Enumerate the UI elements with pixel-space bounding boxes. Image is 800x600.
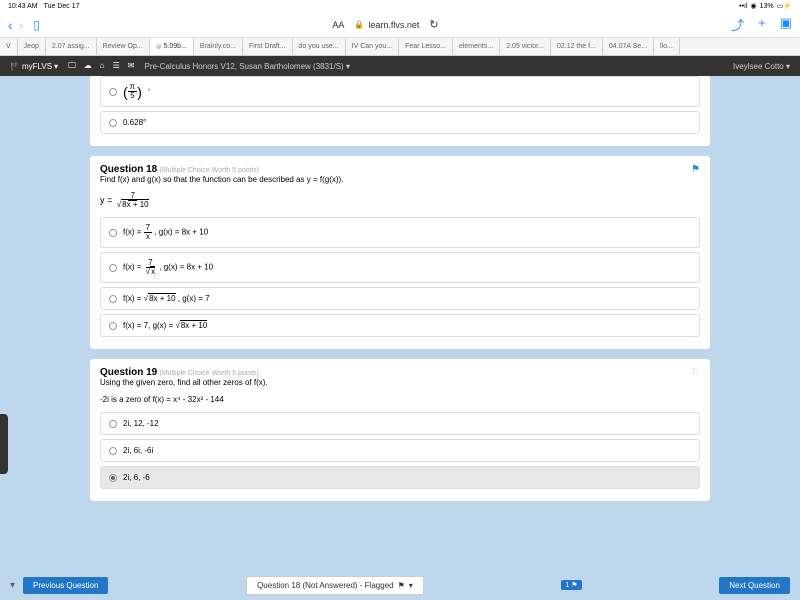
browser-tab[interactable]: Jeop [18, 38, 46, 55]
answer-option[interactable]: f(x) = 7x , g(x) = 8x + 10 [100, 217, 700, 248]
flag-icon[interactable]: ⚑ [691, 164, 700, 175]
browser-tab[interactable]: elements... [453, 38, 500, 55]
radio-icon [109, 420, 117, 428]
radio-icon [109, 264, 117, 272]
equation: y = 78x + 10 [100, 192, 700, 209]
home-icon[interactable]: ⌂ [100, 61, 105, 71]
radio-icon [109, 322, 117, 330]
flagged-count-badge: 1 ⚑ [561, 580, 581, 590]
browser-tab[interactable]: First Draft... [243, 38, 293, 55]
browser-tab[interactable]: V [0, 38, 18, 55]
question-17-partial: π5° 0.628° [90, 76, 710, 146]
radio-icon [109, 295, 117, 303]
previous-question-button[interactable]: Previous Question [23, 577, 108, 594]
browser-tab[interactable]: Review Op... [97, 38, 150, 55]
user-menu[interactable]: Iveylsee Cotto ▾ [733, 62, 790, 71]
tabs-icon[interactable]: ▣ [780, 15, 792, 34]
browser-tab[interactable]: 2.07 assig... [46, 38, 97, 55]
browser-tab[interactable]: 04.07A Se... [603, 38, 654, 55]
quiz-content: π5° 0.628° ⚑ Question 18 (Multiple Choic… [0, 76, 800, 570]
radio-icon [109, 229, 117, 237]
question-status-dropdown[interactable]: Question 18 (Not Answered) - Flagged ⚑ ▾ [246, 576, 424, 595]
browser-tab[interactable]: Brainly.co... [194, 38, 243, 55]
sidebar-icon[interactable]: ▯ [33, 18, 40, 32]
course-dropdown[interactable]: Pre-Calculus Honors V12, Susan Bartholom… [145, 62, 350, 71]
question-18: ⚑ Question 18 (Multiple Choice Worth 5 p… [90, 156, 710, 349]
radio-icon-checked [109, 474, 117, 482]
battery-percent: 13% [760, 3, 774, 10]
quiz-nav-bar: ▾ Previous Question Question 18 (Not Ans… [0, 570, 800, 600]
url-bar[interactable]: 🔒 learn.flvs.net [354, 20, 419, 30]
answer-option[interactable]: π5° [100, 76, 700, 107]
signal-icon: ••ıl [739, 3, 747, 10]
share-icon[interactable]: ⤴ [731, 15, 744, 34]
question-given: -2i is a zero of f(x) = x⁴ - 32x² - 144 [100, 395, 700, 404]
question-text: Find f(x) and g(x) so that the function … [100, 175, 700, 184]
next-question-button[interactable]: Next Question [719, 577, 790, 594]
answer-option-selected[interactable]: 2i, 6, -6 [100, 466, 700, 489]
flag-small-icon: ⚑ [398, 581, 405, 590]
battery-icon: ▭⚡ [777, 2, 792, 10]
ios-status-bar: 10:43 AM Tue Dec 17 ••ıl ◉ 13% ▭⚡ [0, 0, 800, 12]
browser-tab[interactable]: llo... [654, 38, 680, 55]
answer-option[interactable]: 0.628° [100, 111, 700, 134]
close-icon[interactable]: ⊗ [156, 43, 162, 51]
dropdown-toggle[interactable]: ▾ [10, 580, 15, 591]
radio-icon [109, 447, 117, 455]
safari-toolbar: ‹ › ▯ AA 🔒 learn.flvs.net ↻ ⤴ + ▣ [0, 12, 800, 38]
wifi-icon: ◉ [751, 2, 757, 10]
question-text: Using the given zero, find all other zer… [100, 378, 700, 387]
back-button[interactable]: ‹ [8, 17, 13, 33]
browser-tab[interactable]: 02.12 the f... [551, 38, 603, 55]
flvs-header: 🏴 myFLVS ▾ 🖵 ☁ ⌂ ☰ ✉ Pre-Calculus Honors… [0, 56, 800, 76]
forward-button: › [19, 17, 24, 33]
status-time: 10:43 AM [8, 3, 38, 10]
browser-tab-active[interactable]: ⊗5.09b... [150, 38, 194, 55]
side-handle[interactable] [0, 414, 8, 474]
answer-option[interactable]: f(x) = 7x , g(x) = 8x + 10 [100, 252, 700, 283]
monitor-icon[interactable]: 🖵 [68, 61, 76, 71]
browser-tab[interactable]: 2.05 victor... [500, 38, 551, 55]
answer-option[interactable]: f(x) = 7, g(x) = 8x + 10 [100, 314, 700, 337]
menu-icon[interactable]: ☰ [113, 61, 120, 71]
mail-icon[interactable]: ✉ [128, 61, 135, 71]
flag-icon[interactable]: ⚐ [691, 367, 700, 378]
flvs-logo[interactable]: 🏴 myFLVS ▾ [10, 62, 58, 71]
browser-tab[interactable]: do you use... [293, 38, 346, 55]
browser-tabs: V Jeop 2.07 assig... Review Op... ⊗5.09b… [0, 38, 800, 56]
radio-icon [109, 119, 117, 127]
radio-icon [109, 88, 117, 96]
question-title: Question 18 [100, 164, 157, 175]
question-title: Question 19 [100, 367, 157, 378]
reader-button[interactable]: AA [332, 20, 344, 30]
question-meta: (Multiple Choice Worth 5 points) [159, 370, 258, 377]
lock-icon: 🔒 [354, 20, 364, 29]
answer-option[interactable]: f(x) = 8x + 10 , g(x) = 7 [100, 287, 700, 310]
refresh-icon[interactable]: ↻ [429, 18, 438, 31]
status-date: Tue Dec 17 [44, 3, 80, 10]
question-19: ⚐ Question 19 (Multiple Choice Worth 5 p… [90, 359, 710, 501]
answer-option[interactable]: 2i, 12, -12 [100, 412, 700, 435]
browser-tab[interactable]: Fear Lesso... [399, 38, 453, 55]
answer-option[interactable]: 2i, 6i, -6i [100, 439, 700, 462]
new-tab-icon[interactable]: + [758, 15, 766, 34]
drive-icon[interactable]: ☁ [84, 61, 92, 71]
browser-tab[interactable]: IV Can you... [346, 38, 399, 55]
question-meta: (Multiple Choice Worth 5 points) [159, 167, 258, 174]
